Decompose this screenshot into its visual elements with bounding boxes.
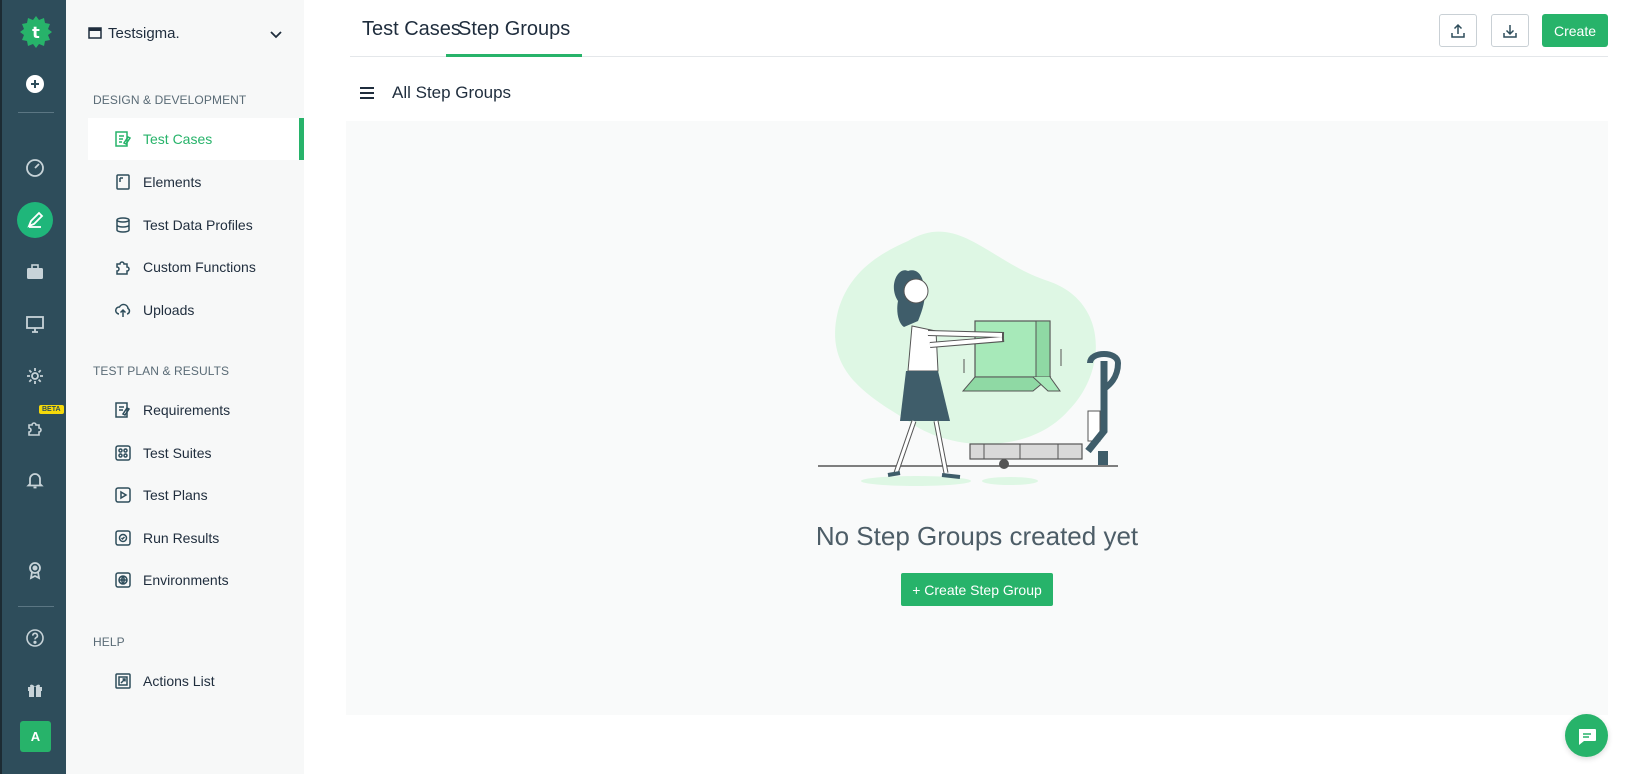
- testsigma-logo[interactable]: t: [19, 15, 53, 49]
- database-icon: [116, 217, 130, 233]
- nav-item-environments[interactable]: Environments: [88, 559, 304, 601]
- bell-icon[interactable]: [17, 462, 53, 498]
- side-panel: Testsigma. DESIGN & DEVELOPMENT Test Cas…: [66, 0, 304, 774]
- empty-state-message: No Step Groups created yet: [815, 521, 1139, 551]
- gift-icon[interactable]: [17, 672, 53, 708]
- nav-item-test-cases[interactable]: Test Cases: [88, 118, 304, 160]
- environments-icon: [115, 572, 131, 588]
- help-icon[interactable]: [17, 620, 53, 656]
- nav-item-test-data-profiles[interactable]: Test Data Profiles: [88, 204, 304, 246]
- beta-badge: BETA: [39, 405, 64, 414]
- list-title: All Step Groups: [392, 83, 512, 102]
- run-results-icon: [115, 530, 131, 546]
- nav-item-test-plans[interactable]: Test Plans: [88, 474, 304, 516]
- create-step-group-button[interactable]: + Create Step Group: [901, 573, 1053, 606]
- puzzle-icon: [116, 261, 130, 275]
- test-plans-icon: [115, 487, 131, 503]
- download-icon: [1503, 24, 1517, 38]
- user-avatar[interactable]: A: [20, 721, 51, 752]
- create-button[interactable]: Create: [1542, 14, 1608, 47]
- rail-divider: [18, 112, 54, 113]
- nav-item-uploads[interactable]: Uploads: [88, 289, 304, 331]
- nav-label: Test Data Profiles: [143, 217, 253, 233]
- dashboard-icon[interactable]: [17, 150, 53, 186]
- elements-icon: [116, 174, 130, 190]
- nav-item-requirements[interactable]: Requirements: [88, 389, 304, 431]
- award-icon[interactable]: [17, 552, 53, 588]
- left-rail: t BETA A: [0, 0, 66, 774]
- nav-label: Requirements: [143, 402, 231, 418]
- add-icon[interactable]: [17, 66, 53, 102]
- nav-label: Uploads: [143, 302, 195, 318]
- nav-item-actions-list[interactable]: Actions List: [88, 660, 304, 702]
- section-title-help: HELP: [93, 635, 125, 649]
- workspace-selector[interactable]: Testsigma.: [88, 22, 284, 44]
- nav-label: Actions List: [143, 673, 215, 689]
- nav-item-run-results[interactable]: Run Results: [88, 517, 304, 559]
- section-title-test-plan: TEST PLAN & RESULTS: [93, 364, 230, 378]
- rail-divider: [18, 606, 54, 607]
- nav-label: Test Plans: [143, 487, 208, 503]
- cloud-upload-icon: [115, 303, 131, 317]
- chat-button[interactable]: [1565, 714, 1608, 757]
- app-window: t BETA A Testsigma. DESIGN & DEVELOPMENT…: [0, 0, 1652, 774]
- design-icon[interactable]: [17, 202, 53, 238]
- settings-icon[interactable]: [17, 358, 53, 394]
- nav-label: Test Suites: [143, 445, 212, 461]
- briefcase-icon[interactable]: [17, 254, 53, 290]
- test-suites-icon: [115, 445, 131, 461]
- addons-icon[interactable]: [17, 410, 53, 446]
- nav-label: Run Results: [143, 530, 220, 546]
- list-header: All Step Groups: [358, 80, 511, 106]
- download-button[interactable]: [1491, 14, 1529, 47]
- empty-state-illustration: [818, 231, 1122, 486]
- section-title-design: DESIGN & DEVELOPMENT: [93, 93, 247, 107]
- monitor-icon[interactable]: [17, 306, 53, 342]
- upload-icon: [1451, 23, 1465, 38]
- workspace-name: Testsigma.: [108, 24, 180, 42]
- tab-bar: Test Cases Step Groups: [350, 0, 1608, 57]
- nav-label: Test Cases: [143, 131, 213, 147]
- tab-step-groups[interactable]: Step Groups: [446, 18, 583, 57]
- hamburger-menu-icon[interactable]: [358, 84, 376, 102]
- nav-label: Elements: [143, 174, 202, 190]
- nav-item-test-suites[interactable]: Test Suites: [88, 432, 304, 474]
- nav-item-custom-functions[interactable]: Custom Functions: [88, 246, 304, 288]
- nav-label: Custom Functions: [143, 259, 256, 275]
- logo-letter: t: [32, 23, 40, 42]
- test-cases-icon: [115, 131, 132, 147]
- requirements-icon: [115, 402, 131, 418]
- nav-item-elements[interactable]: Elements: [88, 161, 304, 203]
- nav-label: Environments: [143, 572, 229, 588]
- chat-icon: [1578, 728, 1596, 745]
- empty-state-panel: No Step Groups created yet + Create Step…: [346, 121, 1608, 715]
- upload-button[interactable]: [1439, 14, 1477, 47]
- chevron-down-icon[interactable]: [268, 26, 284, 42]
- workspace-icon: [88, 27, 102, 39]
- actions-list-icon: [115, 673, 131, 689]
